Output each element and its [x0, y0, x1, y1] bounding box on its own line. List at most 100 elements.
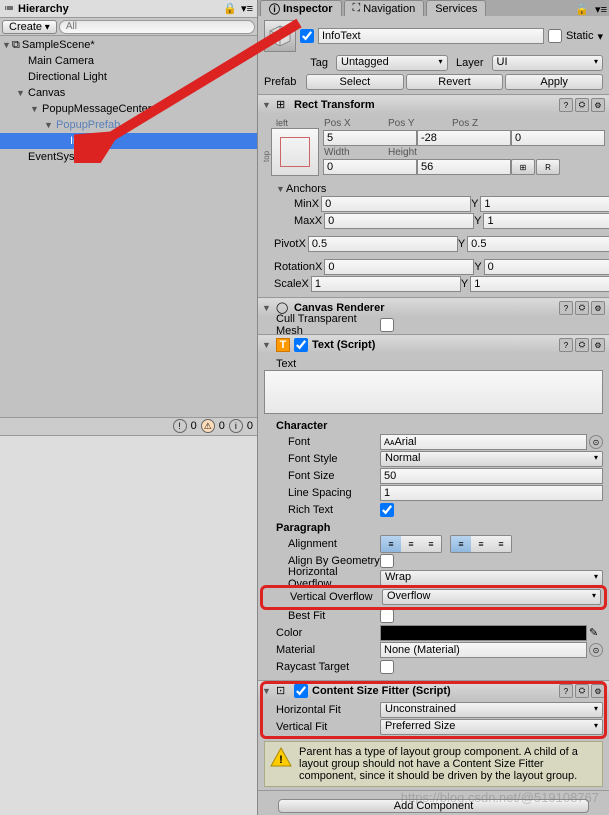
- tag-label: Tag: [300, 57, 332, 69]
- gear-icon[interactable]: ⚙: [591, 684, 605, 698]
- active-checkbox[interactable]: [300, 29, 314, 43]
- align-right-button[interactable]: ≡: [421, 536, 441, 552]
- create-button[interactable]: Create ▾: [2, 20, 57, 34]
- tree-row-selected[interactable]: InfoText: [0, 133, 257, 149]
- foldout-icon[interactable]: ▼: [262, 303, 272, 313]
- name-input[interactable]: [318, 28, 544, 44]
- raw-button[interactable]: R: [536, 159, 560, 175]
- align-bottom-button[interactable]: ≡: [491, 536, 511, 552]
- vertical-fit-dropdown[interactable]: Preferred Size: [380, 719, 603, 735]
- prefab-revert-button[interactable]: Revert: [406, 74, 504, 90]
- foldout-icon[interactable]: ▼: [262, 100, 272, 110]
- font-field[interactable]: Aᴀ Arial: [380, 434, 587, 450]
- gameobject-header: Static ▾ Tag Untagged Layer UI Prefab Se…: [258, 16, 609, 95]
- align-by-geometry-checkbox[interactable]: [380, 554, 394, 568]
- posx-input[interactable]: [323, 130, 417, 146]
- foldout-icon[interactable]: ▼: [262, 686, 272, 696]
- scene-row[interactable]: ▼⧉SampleScene*: [0, 37, 257, 53]
- gear-icon[interactable]: ⚙: [591, 338, 605, 352]
- align-center-button[interactable]: ≡: [401, 536, 421, 552]
- add-component-button[interactable]: Add Component: [278, 799, 589, 813]
- lock-icon[interactable]: 🔒: [571, 3, 593, 16]
- min-y-input[interactable]: [480, 196, 609, 212]
- text-enabled-checkbox[interactable]: [294, 338, 308, 352]
- posy-input[interactable]: [417, 130, 511, 146]
- lock-icon[interactable]: 🔒: [223, 2, 237, 15]
- max-x-input[interactable]: [324, 213, 474, 229]
- gear-icon[interactable]: ⚙: [591, 301, 605, 315]
- gameobject-icon[interactable]: [264, 20, 296, 52]
- preset-icon[interactable]: ⛭: [575, 98, 589, 112]
- inspector-tab-bar: ⓘInspector ⛶Navigation Services 🔒 ▾≡: [258, 0, 609, 16]
- raycast-target-checkbox[interactable]: [380, 660, 394, 674]
- pivot-x-input[interactable]: [308, 236, 458, 252]
- vertical-overflow-dropdown[interactable]: Overflow: [382, 589, 601, 605]
- material-picker-icon[interactable]: ⊙: [589, 643, 603, 657]
- tree-row[interactable]: ▼PopupMessageCenter: [0, 101, 257, 117]
- preset-icon[interactable]: ⛭: [575, 301, 589, 315]
- panel-menu-icon[interactable]: ▾≡: [241, 2, 253, 15]
- tree-row[interactable]: ▼PopupPrefab: [0, 117, 257, 133]
- text-label: Text: [264, 358, 603, 370]
- text-input[interactable]: [264, 370, 603, 414]
- posz-label: Pos Z: [451, 118, 515, 129]
- font-picker-icon[interactable]: ⊙: [589, 435, 603, 449]
- panel-menu-icon[interactable]: ▾≡: [595, 3, 607, 16]
- foldout-icon[interactable]: ▼: [276, 184, 286, 194]
- posz-input[interactable]: [511, 130, 605, 146]
- warn-icon[interactable]: ⚠: [201, 419, 215, 433]
- scale-y-input[interactable]: [470, 276, 609, 292]
- material-field[interactable]: None (Material): [380, 642, 587, 658]
- font-style-dropdown[interactable]: Normal: [380, 451, 603, 467]
- color-field[interactable]: [380, 625, 587, 641]
- height-input[interactable]: [417, 159, 511, 175]
- csf-title: Content Size Fitter (Script): [312, 685, 555, 697]
- min-x-input[interactable]: [321, 196, 471, 212]
- info-icon[interactable]: i: [229, 419, 243, 433]
- line-spacing-input[interactable]: [380, 485, 603, 501]
- max-y-input[interactable]: [483, 213, 609, 229]
- font-size-input[interactable]: [380, 468, 603, 484]
- preset-icon[interactable]: ⛭: [575, 338, 589, 352]
- prefab-apply-button[interactable]: Apply: [505, 74, 603, 90]
- reference-icon[interactable]: ?: [559, 301, 573, 315]
- error-icon[interactable]: !: [173, 419, 187, 433]
- tab-services[interactable]: Services: [426, 0, 486, 16]
- reference-icon[interactable]: ?: [559, 98, 573, 112]
- tree-row[interactable]: ▼Canvas: [0, 85, 257, 101]
- align-left-button[interactable]: ≡: [381, 536, 401, 552]
- tab-navigation[interactable]: ⛶Navigation: [344, 0, 425, 16]
- console-stats: !0 ⚠0 i0: [0, 417, 257, 435]
- csf-enabled-checkbox[interactable]: [294, 684, 308, 698]
- gear-icon[interactable]: ⚙: [591, 98, 605, 112]
- blueprint-button[interactable]: ⊞: [511, 159, 535, 175]
- tab-inspector[interactable]: ⓘInspector: [260, 0, 342, 16]
- static-checkbox[interactable]: [548, 29, 562, 43]
- foldout-icon[interactable]: ▼: [262, 340, 272, 350]
- horizontal-fit-dropdown[interactable]: Unconstrained: [380, 702, 603, 718]
- align-middle-button[interactable]: ≡: [471, 536, 491, 552]
- hierarchy-search-input[interactable]: [59, 20, 255, 34]
- tree-row[interactable]: Main Camera: [0, 53, 257, 69]
- scale-x-input[interactable]: [311, 276, 461, 292]
- reference-icon[interactable]: ?: [559, 684, 573, 698]
- horizontal-overflow-dropdown[interactable]: Wrap: [380, 570, 603, 586]
- align-top-button[interactable]: ≡: [451, 536, 471, 552]
- rot-y-input[interactable]: [484, 259, 609, 275]
- reference-icon[interactable]: ?: [559, 338, 573, 352]
- tree-row[interactable]: EventSystem: [0, 149, 257, 165]
- preset-icon[interactable]: ⛭: [575, 684, 589, 698]
- tree-row[interactable]: Directional Light: [0, 69, 257, 85]
- layer-dropdown[interactable]: UI: [492, 55, 604, 71]
- tag-dropdown[interactable]: Untagged: [336, 55, 448, 71]
- width-input[interactable]: [323, 159, 417, 175]
- rich-text-checkbox[interactable]: [380, 503, 394, 517]
- eyedropper-icon[interactable]: ✎: [589, 626, 603, 640]
- anchor-preset-button[interactable]: [271, 128, 319, 176]
- static-dropdown-icon[interactable]: ▾: [597, 30, 603, 43]
- rot-x-input[interactable]: [324, 259, 474, 275]
- cull-checkbox[interactable]: [380, 318, 394, 332]
- best-fit-checkbox[interactable]: [380, 609, 394, 623]
- prefab-select-button[interactable]: Select: [306, 74, 404, 90]
- pivot-y-input[interactable]: [467, 236, 609, 252]
